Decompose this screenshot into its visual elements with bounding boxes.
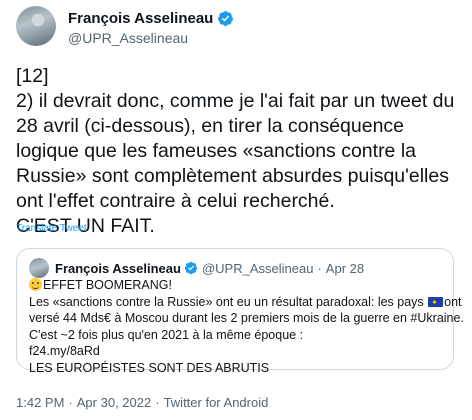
grinning-sweat-emoji-icon — [29, 278, 42, 291]
quoted-line-text: ont — [444, 294, 462, 309]
quoted-line: LES EUROPÉISTES SONT DES ABRUTIS — [29, 360, 270, 375]
quoted-line: C'est ~2 fois plus qu'en 2021 à la même … — [29, 327, 304, 342]
quoted-line-text: Les «sanctions contre la Russie» ont eu … — [29, 294, 428, 309]
avatar[interactable] — [16, 6, 56, 46]
quoted-line-text: EFFET BOOMERANG! — [43, 278, 172, 292]
quoted-tweet[interactable]: François Asselineau @UPR_Asselineau · Ap… — [16, 248, 464, 375]
eu-flag-icon — [428, 295, 444, 311]
quoted-author-name: François Asselineau — [55, 260, 181, 276]
quoted-tweet-body: EFFET BOOMERANG! Les «sanctions contre l… — [29, 277, 464, 376]
meta-separator: · — [68, 395, 73, 410]
quoted-line: Les «sanctions contre la Russie» ont eu … — [29, 294, 462, 312]
quoted-separator: · — [317, 260, 322, 276]
quoted-date: Apr 28 — [325, 260, 365, 276]
quoted-line: versé 44 Mds€ à Moscou durant les 2 prem… — [29, 311, 464, 325]
tweet-meta: 1:42 PM · Apr 30, 2022 · Twitter for Android — [16, 395, 268, 410]
tweet-text: [12] 2) il devrait donc, comme je l'ai f… — [16, 65, 455, 237]
translate-tweet-link[interactable]: Translate Tweet — [16, 223, 87, 234]
quoted-avatar — [29, 258, 49, 278]
author-name[interactable]: François Asselineau — [68, 10, 213, 27]
quoted-link: f24.my/8aRd — [29, 344, 100, 358]
quoted-line: EFFET BOOMERANG! — [29, 277, 445, 294]
author-name-row: François Asselineau — [68, 10, 234, 27]
tweet-source[interactable]: Twitter for Android — [164, 395, 269, 410]
verified-badge-icon — [218, 11, 234, 26]
tweet-header: François Asselineau @UPR_Asselineau — [16, 6, 456, 50]
quoted-author-handle: @UPR_Asselineau — [201, 260, 314, 276]
quoted-tweet-header: François Asselineau @UPR_Asselineau · Ap… — [29, 258, 364, 278]
author-handle[interactable]: @UPR_Asselineau — [68, 30, 188, 46]
tweet-date[interactable]: Apr 30, 2022 — [77, 395, 151, 410]
tweet-time[interactable]: 1:42 PM — [16, 395, 64, 410]
meta-separator: · — [155, 395, 160, 410]
verified-badge-icon — [184, 261, 198, 275]
